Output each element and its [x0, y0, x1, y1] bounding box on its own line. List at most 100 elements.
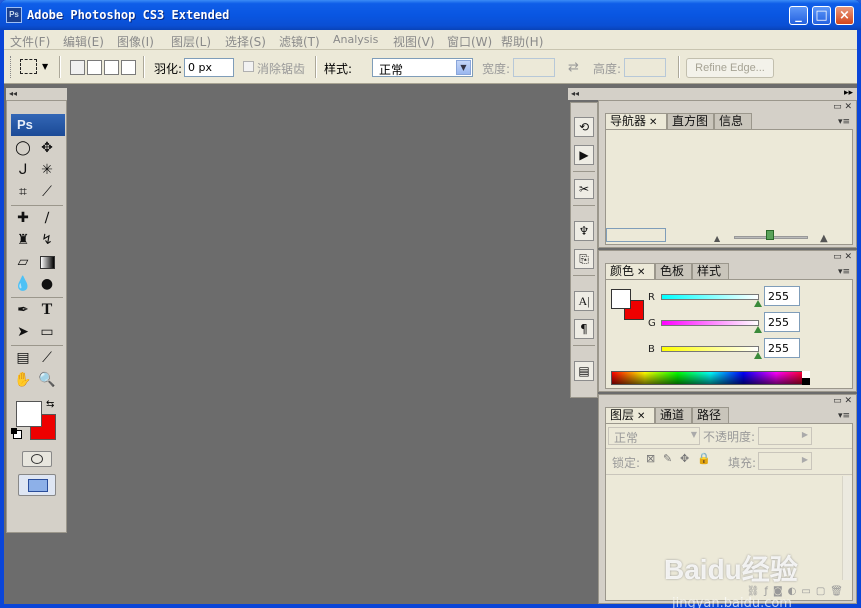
panel-menu-icon[interactable]: ▾≡ [838, 267, 850, 277]
tab-paths[interactable]: 路径 [692, 407, 729, 423]
brush-tool-icon[interactable]: ∕ [36, 208, 58, 228]
zoom-out-icon[interactable]: ▲ [714, 234, 720, 243]
new-selection-icon[interactable] [70, 60, 85, 75]
layer-comps-icon[interactable]: ▤ [574, 361, 594, 381]
title-bar[interactable]: Ps Adobe Photoshop CS3 Extended _ □ × [0, 0, 861, 30]
foreground-color-swatch[interactable] [16, 401, 42, 427]
paragraph-panel-icon[interactable]: ¶ [574, 319, 594, 339]
close-tab-icon[interactable]: ✕ [649, 117, 657, 128]
default-colors-icon[interactable] [11, 428, 22, 439]
lock-all-icon[interactable]: 🔒 [697, 452, 711, 465]
dock-header[interactable]: ◂◂ [568, 88, 600, 100]
color-spectrum-bar[interactable] [611, 371, 810, 385]
channel-g-value[interactable]: 255 [764, 312, 800, 332]
channel-g-slider[interactable] [661, 320, 759, 326]
brushes-panel-icon[interactable]: ♆ [574, 221, 594, 241]
tab-styles[interactable]: 样式 [692, 263, 729, 279]
style-select[interactable]: 正常 ▼ [372, 58, 473, 77]
healing-brush-tool-icon[interactable]: ✚ [12, 208, 34, 228]
tab-color[interactable]: 颜色 ✕ [605, 263, 655, 279]
menu-file[interactable]: 文件(F) [10, 33, 50, 50]
width-input[interactable] [513, 58, 555, 77]
tools-panel-header[interactable]: ◂◂ [6, 88, 67, 100]
hand-tool-icon[interactable]: ✋ [12, 370, 34, 390]
menu-window[interactable]: 窗口(W) [447, 33, 492, 50]
panels-header[interactable]: ▸▸ [598, 88, 857, 100]
marquee-tool-preset-icon[interactable] [20, 59, 37, 74]
lock-transparent-icon[interactable]: ⊠ [646, 452, 655, 465]
channel-g-thumb[interactable] [754, 326, 762, 333]
menu-analysis[interactable]: Analysis [333, 33, 378, 46]
path-selection-tool-icon[interactable]: ➤ [12, 322, 34, 342]
quick-mask-button[interactable] [22, 451, 52, 467]
zoom-slider-thumb[interactable] [766, 230, 774, 240]
channel-b-slider[interactable] [661, 346, 759, 352]
channel-r-value[interactable]: 255 [764, 286, 800, 306]
fill-input[interactable]: ▶ [758, 452, 812, 470]
tab-info[interactable]: 信息 [714, 113, 752, 129]
close-tab-icon[interactable]: ✕ [637, 411, 645, 422]
layers-scrollbar[interactable] [842, 476, 852, 580]
spectrum-black-icon[interactable] [802, 378, 810, 385]
crop-tool-icon[interactable]: ⌗ [12, 182, 34, 202]
lasso-tool-icon[interactable]: ᒍ [12, 160, 34, 180]
history-panel-icon[interactable]: ⟲ [574, 117, 594, 137]
lock-pixels-icon[interactable]: ✎ [663, 452, 672, 465]
spectrum-white-icon[interactable] [802, 371, 810, 378]
menu-image[interactable]: 图像(I) [117, 33, 154, 50]
tab-histogram[interactable]: 直方图 [667, 113, 714, 129]
channel-b-value[interactable]: 255 [764, 338, 800, 358]
add-to-selection-icon[interactable] [87, 60, 102, 75]
rectangle-tool-icon[interactable]: ▭ [36, 322, 58, 342]
expand-icon[interactable]: ▸▸ [844, 88, 853, 98]
delete-layer-icon[interactable]: 🗑 [830, 586, 848, 597]
zoom-in-icon[interactable]: ▲ [820, 233, 828, 244]
channel-r-thumb[interactable] [754, 300, 762, 307]
photoshop-app-icon[interactable]: Ps [6, 7, 22, 23]
ps-logo[interactable]: Ps [11, 114, 65, 136]
pen-tool-icon[interactable]: ✒ [12, 300, 34, 320]
elliptical-marquee-tool-icon[interactable]: ◯ [12, 138, 34, 158]
preset-dropdown-arrow-icon[interactable]: ▼ [42, 62, 48, 71]
screen-mode-button[interactable] [18, 474, 56, 496]
minimize-button[interactable]: _ [789, 6, 808, 25]
panel-controls[interactable]: ▭ ✕ [833, 252, 852, 262]
maximize-button[interactable]: □ [812, 6, 831, 25]
actions-panel-icon[interactable]: ▶ [574, 145, 594, 165]
dodge-tool-icon[interactable]: ● [36, 274, 58, 294]
canvas-workspace[interactable] [68, 84, 568, 604]
eyedropper-tool-icon[interactable]: ⟋ [36, 348, 58, 368]
tab-navigator[interactable]: 导航器 ✕ [605, 113, 667, 129]
blur-tool-icon[interactable]: 💧 [12, 274, 34, 294]
move-tool-icon[interactable]: ✥ [36, 138, 58, 158]
new-layer-icon[interactable]: ▢ [816, 586, 830, 597]
zoom-input[interactable] [606, 228, 666, 242]
height-input[interactable] [624, 58, 666, 77]
menu-view[interactable]: 视图(V) [393, 33, 435, 50]
eraser-tool-icon[interactable]: ▱ [12, 252, 34, 272]
intersect-selection-icon[interactable] [121, 60, 136, 75]
tab-swatches[interactable]: 色板 [655, 263, 692, 279]
blend-mode-select[interactable]: 正常 ▼ [608, 427, 700, 445]
color-fg-swatch[interactable] [611, 289, 631, 309]
gradient-tool-icon[interactable] [36, 252, 58, 272]
collapse-icon[interactable]: ◂◂ [9, 89, 17, 98]
menu-help[interactable]: 帮助(H) [501, 33, 543, 50]
panel-menu-icon[interactable]: ▾≡ [838, 117, 850, 127]
antialias-checkbox[interactable] [243, 61, 254, 72]
collapse-icon[interactable]: ◂◂ [571, 89, 579, 98]
feather-input[interactable]: 0 px [184, 58, 234, 77]
slice-tool-icon[interactable]: ⟋ [36, 182, 58, 202]
subtract-from-selection-icon[interactable] [104, 60, 119, 75]
options-grip[interactable] [10, 56, 13, 78]
opacity-input[interactable]: ▶ [758, 427, 812, 445]
swap-colors-icon[interactable]: ⇆ [46, 399, 54, 410]
magic-wand-tool-icon[interactable]: ✳ [36, 160, 58, 180]
panel-menu-icon[interactable]: ▾≡ [838, 411, 850, 421]
channel-r-slider[interactable] [661, 294, 759, 300]
type-tool-icon[interactable]: T [36, 300, 58, 320]
channel-b-thumb[interactable] [754, 352, 762, 359]
panel-controls[interactable]: ▭ ✕ [833, 102, 852, 112]
character-panel-icon[interactable]: A| [574, 291, 594, 311]
menu-edit[interactable]: 编辑(E) [63, 33, 104, 50]
